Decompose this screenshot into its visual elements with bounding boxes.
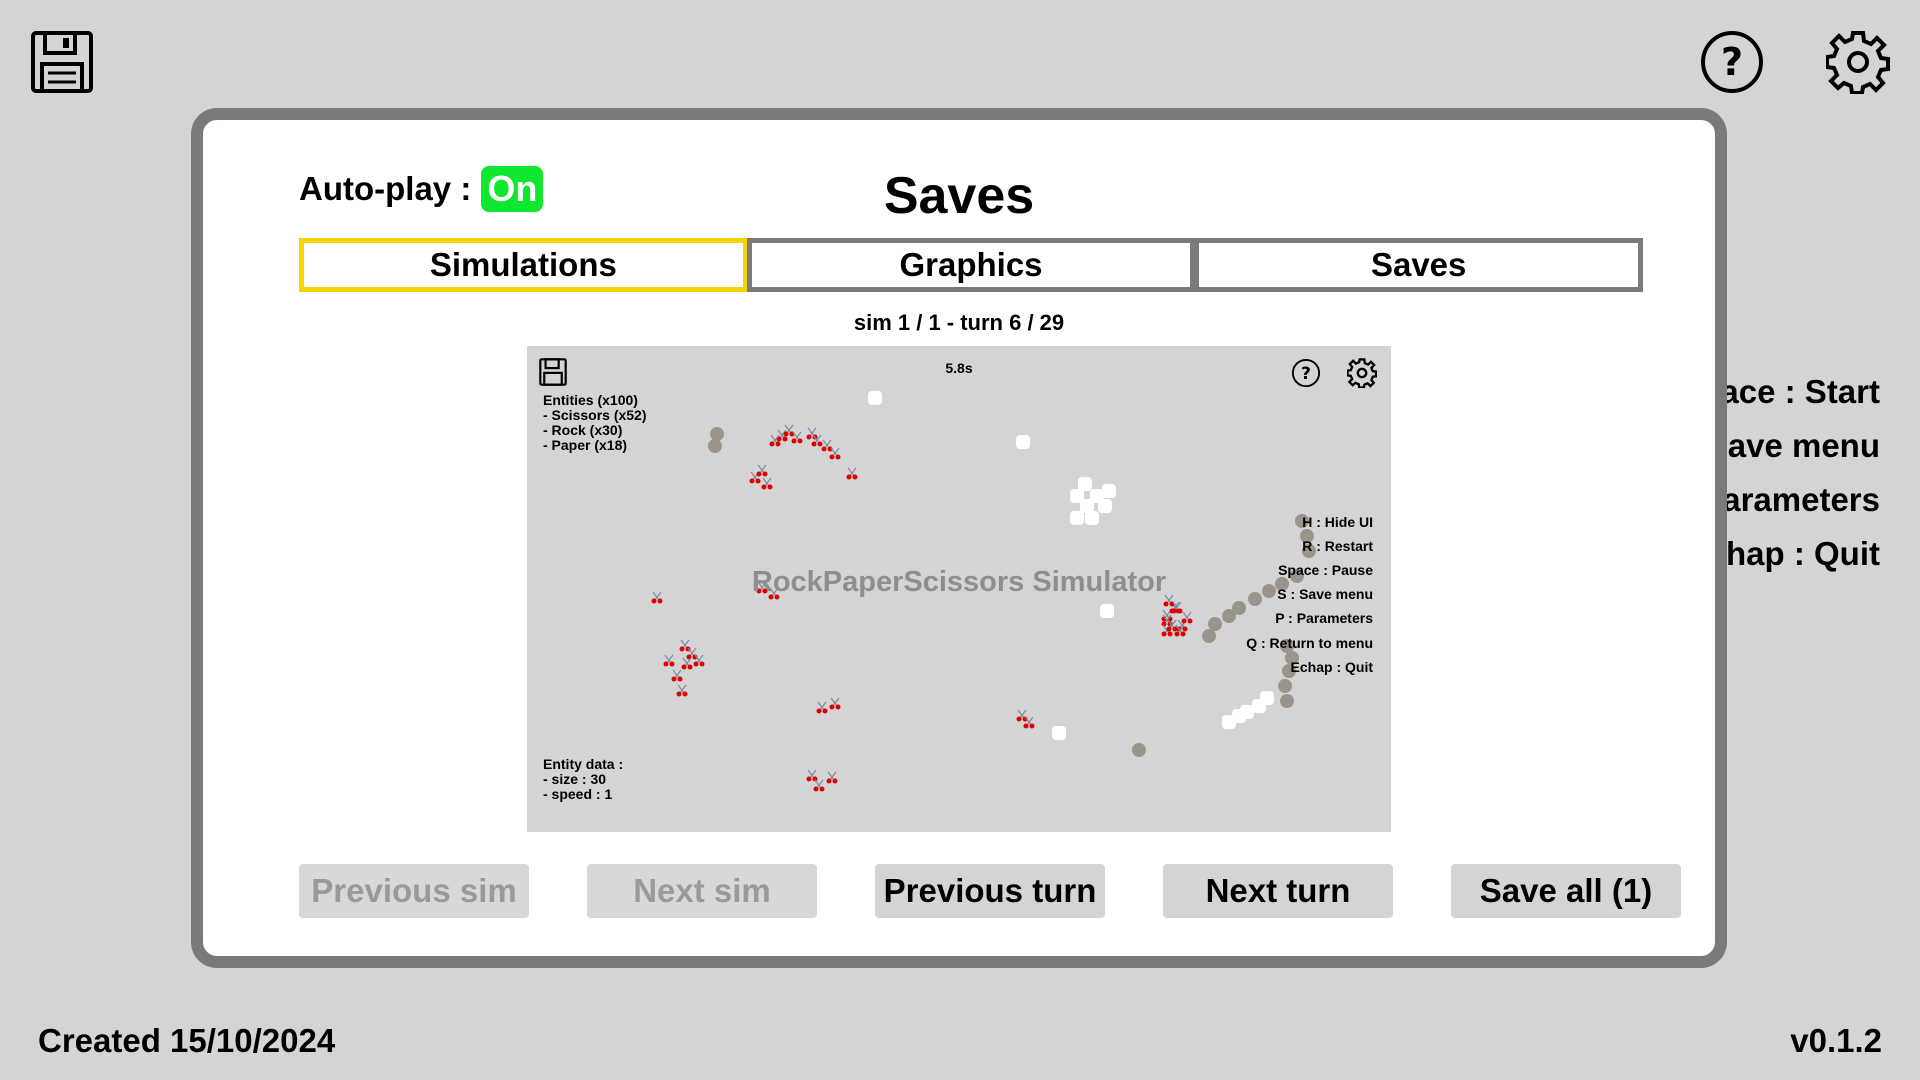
previous-sim-button[interactable]: Previous sim (299, 864, 529, 918)
rock-entity (708, 439, 722, 453)
save-all-button[interactable]: Save all (1) (1451, 864, 1681, 918)
scissors-entity (846, 467, 858, 480)
preview-entity-data-size: - size : 30 (543, 771, 607, 787)
scissors-entity (816, 701, 828, 714)
rock-entity (1208, 617, 1222, 631)
preview-key-parameters: P : Parameters (1275, 610, 1373, 626)
tab-saves[interactable]: Saves (1194, 238, 1644, 292)
preview-key-restart: R : Restart (1302, 538, 1373, 554)
preview-key-return-menu: Q : Return to menu (1246, 635, 1373, 651)
paper-entity (1070, 511, 1084, 525)
preview-entity-data-header: Entity data : (543, 756, 624, 772)
rock-entity (1132, 743, 1146, 757)
preview-entities-rock: - Rock (x30) (543, 422, 623, 438)
bg-key-start: ace : Start (1720, 373, 1880, 410)
preview-entities-scissors: - Scissors (x52) (543, 407, 647, 423)
scissors-entity (756, 464, 768, 477)
preview-entities-header: Entities (x100) (543, 392, 638, 408)
preview-key-pause: Space : Pause (1278, 562, 1373, 578)
version-label: v0.1.2 (1790, 1022, 1882, 1059)
tab-graphics[interactable]: Graphics (746, 238, 1196, 292)
scissors-entity (761, 477, 773, 490)
tab-bar: Simulations Graphics Saves (299, 238, 1644, 292)
paper-entity (1102, 484, 1116, 498)
next-sim-button[interactable]: Next sim (587, 864, 817, 918)
rock-entity (1278, 679, 1292, 693)
scissors-entity (806, 427, 818, 440)
preview-entity-data-speed: - speed : 1 (543, 786, 613, 802)
dialog-title: Saves (883, 167, 1035, 225)
paper-entity (1052, 726, 1066, 740)
preview-key-quit: Echap : Quit (1290, 659, 1373, 675)
gear-icon[interactable] (1825, 30, 1890, 95)
next-turn-button[interactable]: Next turn (1163, 864, 1393, 918)
scissors-entity (1016, 709, 1028, 722)
previous-turn-button[interactable]: Previous turn (875, 864, 1105, 918)
rock-entity (710, 427, 724, 441)
preview-entities-paper: - Paper (x18) (543, 437, 628, 453)
rock-entity (1202, 629, 1216, 643)
scissors-entity (676, 684, 688, 697)
scissors-entity (663, 654, 675, 667)
scissors-entity (829, 697, 841, 710)
bg-key-parameters: arameters (1722, 481, 1880, 518)
preview-key-save-menu: S : Save menu (1277, 586, 1373, 602)
help-question-icon[interactable]: ? (1700, 30, 1764, 94)
paper-entity (1016, 435, 1030, 449)
paper-entity (1080, 499, 1094, 513)
scissors-entity (813, 779, 825, 792)
bg-key-save-menu: ave menu (1727, 427, 1880, 464)
save-floppy-icon[interactable] (30, 30, 94, 94)
navigation-buttons: Previous sim Next sim Previous turn Next… (299, 864, 1681, 918)
bg-key-quit: hap : Quit (1726, 535, 1880, 572)
rock-entity (1222, 609, 1236, 623)
paper-entity (1260, 691, 1274, 705)
paper-entity (1100, 604, 1114, 618)
tab-simulations[interactable]: Simulations (299, 238, 748, 292)
created-date: Created 15/10/2024 (38, 1022, 336, 1059)
paper-entity (1085, 511, 1099, 525)
saves-dialog: Auto-play : On Saves Simulations Graphic… (191, 108, 1727, 968)
scissors-entity (671, 669, 683, 682)
simulation-preview: ? 5.8s Entities (x100) - Scissors (x52) … (527, 346, 1391, 832)
paper-entity (868, 391, 882, 405)
preview-scissors-count: - Scissors (x52) (543, 407, 647, 423)
preview-key-hide-ui: H : Hide UI (1302, 514, 1373, 530)
rock-entity (1280, 694, 1294, 708)
paper-entity (1098, 499, 1112, 513)
paper-entity (1078, 477, 1092, 491)
preview-title: RockPaperScissors Simulator (751, 566, 1167, 598)
scissors-entity (826, 771, 838, 784)
svg-text:?: ? (1721, 40, 1743, 84)
preview-timer: 5.8s (945, 360, 973, 376)
scissors-entity (681, 657, 693, 670)
scissors-entity (1181, 611, 1193, 624)
paper-entity (1240, 705, 1254, 719)
scissors-entity (821, 439, 833, 452)
sim-status: sim 1 / 1 - turn 6 / 29 (853, 310, 1065, 335)
scissors-entity (806, 769, 818, 782)
